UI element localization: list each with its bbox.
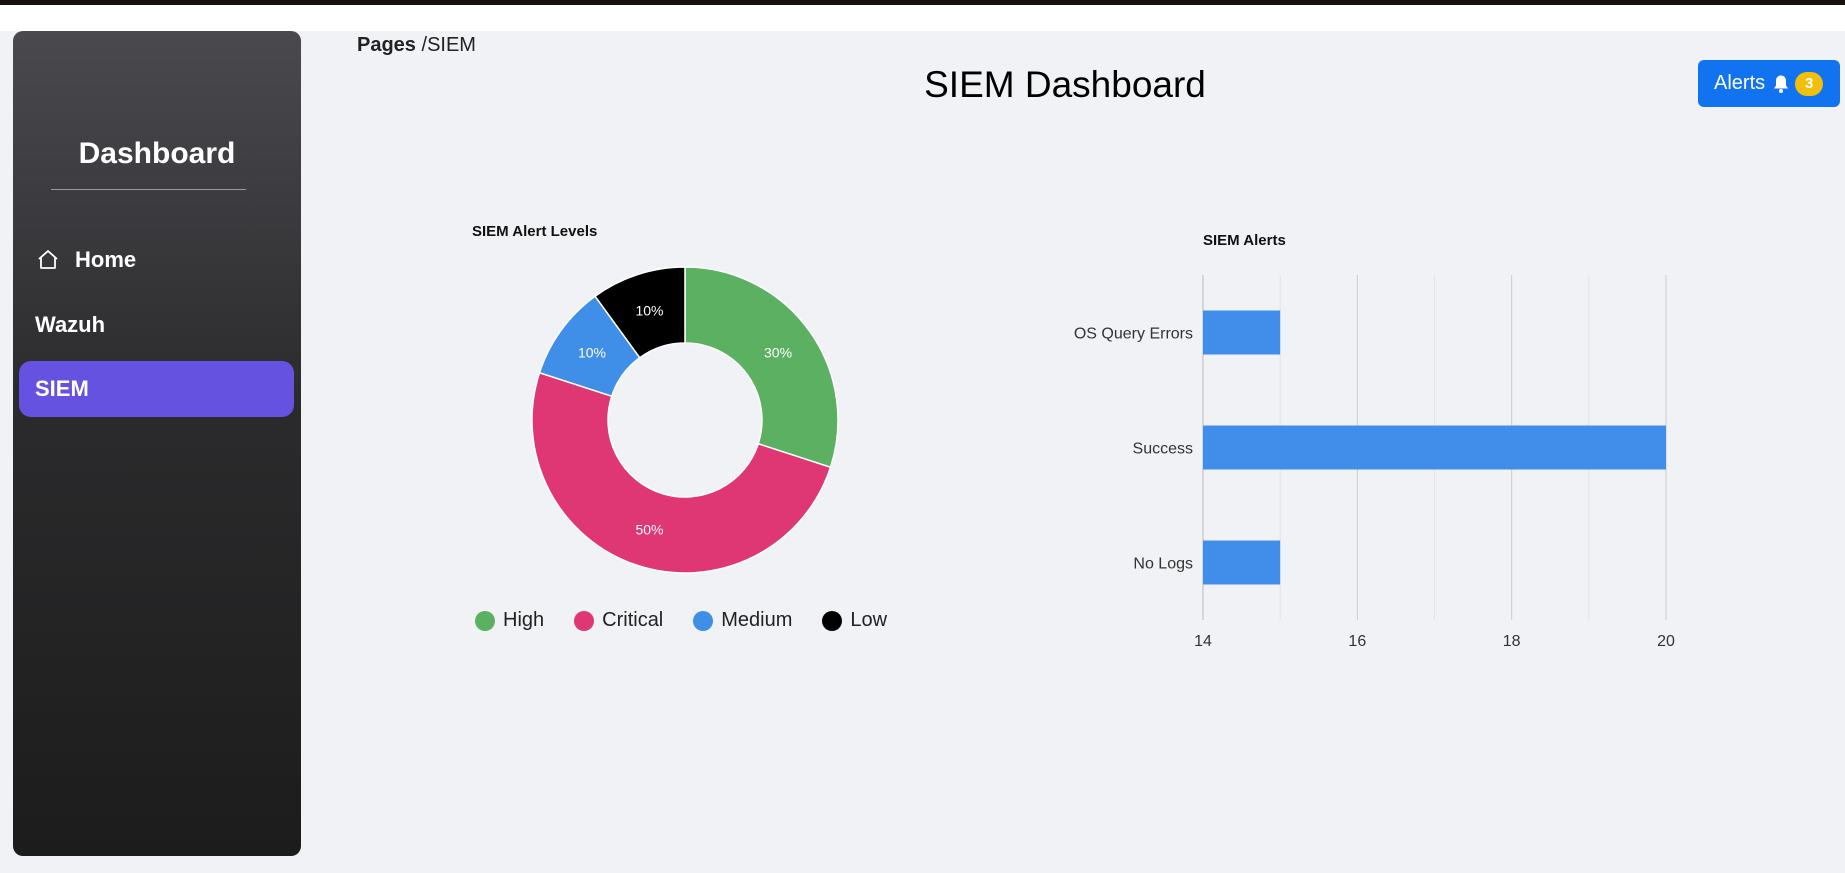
sidebar-item-label: Home <box>75 247 137 272</box>
legend-item-medium[interactable]: Medium <box>693 609 792 632</box>
sidebar-item-wazuh[interactable]: Wazuh <box>19 297 294 353</box>
breadcrumb-root[interactable]: Pages <box>357 34 416 56</box>
legend-swatch <box>822 610 843 631</box>
x-tick-label: 20 <box>1657 633 1675 650</box>
y-category-label: OS Query Errors <box>1074 326 1193 343</box>
alerts-label: Alerts <box>1714 72 1766 94</box>
donut-legend: High Critical Medium Low <box>475 609 917 632</box>
page-title: SIEM Dashboard <box>924 64 1206 105</box>
alert-levels-donut-chart: 30% 50% 10% 10% <box>531 266 839 574</box>
sidebar-item-home[interactable]: Home <box>19 232 294 288</box>
sidebar-item-siem[interactable]: SIEM <box>19 361 294 417</box>
legend-item-critical[interactable]: Critical <box>574 609 663 632</box>
bar[interactable] <box>1203 425 1666 470</box>
sidebar-divider <box>51 189 246 190</box>
y-category-label: Success <box>1133 441 1193 458</box>
top-strip <box>0 5 1845 31</box>
bar-chart-title: SIEM Alerts <box>1203 232 1286 249</box>
legend-swatch <box>574 610 595 631</box>
sidebar-title: Dashboard <box>78 137 236 170</box>
x-tick-label: 18 <box>1503 633 1521 650</box>
bell-icon <box>1772 74 1790 94</box>
alerts-button[interactable]: Alerts 3 <box>1698 60 1840 107</box>
bar[interactable] <box>1203 310 1281 355</box>
donut-slice-high[interactable] <box>684 266 839 469</box>
siem-alerts-bar-chart: 14161820OS Query ErrorsSuccessNo LogsAge… <box>1074 275 1675 650</box>
legend-item-high[interactable]: High <box>475 609 544 632</box>
donut-slice-label-high: 30% <box>764 344 792 360</box>
alerts-count-badge: 3 <box>1795 71 1824 96</box>
legend-label: High <box>503 609 545 631</box>
breadcrumb-current: SIEM <box>427 34 476 56</box>
sidebar: Dashboard Home Wazuh SIEM <box>13 31 301 856</box>
sidebar-item-label: Wazuh <box>35 312 106 337</box>
home-icon <box>35 247 61 273</box>
legend-label: Low <box>850 609 888 631</box>
bar[interactable] <box>1203 540 1281 585</box>
breadcrumb-separator: / <box>415 34 428 56</box>
y-category-label: No Logs <box>1133 556 1193 573</box>
sidebar-item-label: SIEM <box>35 376 89 401</box>
x-tick-label: 16 <box>1348 633 1366 650</box>
donut-slice-label-medium: 10% <box>578 344 606 360</box>
legend-label: Critical <box>602 609 664 631</box>
breadcrumb: Pages /SIEM <box>357 34 476 57</box>
legend-swatch <box>475 610 495 631</box>
x-tick-label: 14 <box>1194 633 1212 650</box>
donut-slice-label-low: 10% <box>635 303 663 319</box>
legend-swatch <box>693 610 714 631</box>
legend-item-low[interactable]: Low <box>822 609 887 632</box>
legend-label: Medium <box>721 609 793 631</box>
donut-slice-label-critical: 50% <box>635 521 663 537</box>
donut-chart-title: SIEM Alert Levels <box>472 223 598 240</box>
